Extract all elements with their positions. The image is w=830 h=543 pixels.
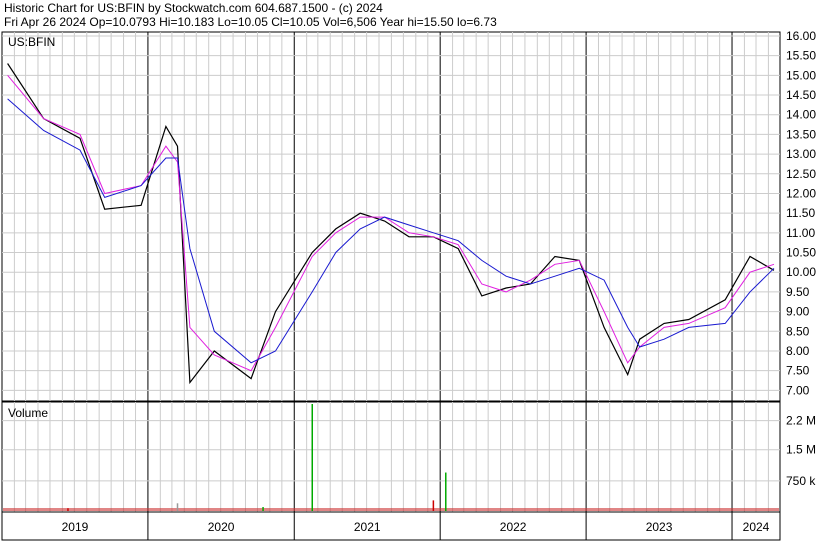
stock-chart: 16.00 15.50 15.00 14.50 14.00 13.50 13.00 12.50… [1,29,816,541]
price-tick-label: 8.00 [786,344,810,358]
year-label: 2023 [646,520,673,534]
price-tick-label: 15.00 [786,68,816,82]
volume-axis: 2.2 M 1.5 M 750 k [786,414,816,488]
volume-baseline-bars [3,508,779,511]
time-axis: 2019 2020 2021 2022 2023 2024 [1,511,781,541]
price-tick-label: 13.00 [786,147,816,161]
price-axis: 16.00 15.50 15.00 14.50 14.00 13.50 13.00 12.50… [786,29,816,397]
price-tick-label: 12.00 [786,186,816,200]
price-tick-label: 7.50 [786,364,810,378]
volume-tick-label: 2.2 M [786,414,816,428]
price-tick-label: 13.50 [786,127,816,141]
price-tick-label: 16.00 [786,29,816,43]
year-label: 2024 [743,520,770,534]
price-tick-label: 9.50 [786,285,810,299]
price-tick-label: 11.50 [786,206,815,220]
price-tick-label: 12.50 [786,167,816,181]
price-panel: 16.00 15.50 15.00 14.50 14.00 13.50 13.00 12.50… [1,29,816,402]
price-tick-label: 7.00 [786,383,810,397]
price-tick-label: 10.50 [786,246,816,260]
year-label: 2021 [354,520,381,534]
year-label: 2019 [62,520,89,534]
volume-tick-label: 1.5 M [786,443,816,457]
price-tick-label: 8.50 [786,324,810,338]
price-tick-label: 11.00 [786,226,815,240]
price-tick-label: 9.00 [786,305,810,319]
year-label: 2022 [500,520,527,534]
year-label: 2020 [208,520,235,534]
price-tick-label: 15.50 [786,49,816,63]
price-tick-label: 14.00 [786,108,816,122]
price-tick-label: 10.00 [786,265,816,279]
volume-panel: 2.2 M 1.5 M 750 k Volume [1,401,816,513]
volume-title: Volume [8,406,48,420]
volume-tick-label: 750 k [786,474,816,488]
symbol-label: US:BFIN [8,35,55,49]
price-tick-label: 14.50 [786,88,816,102]
